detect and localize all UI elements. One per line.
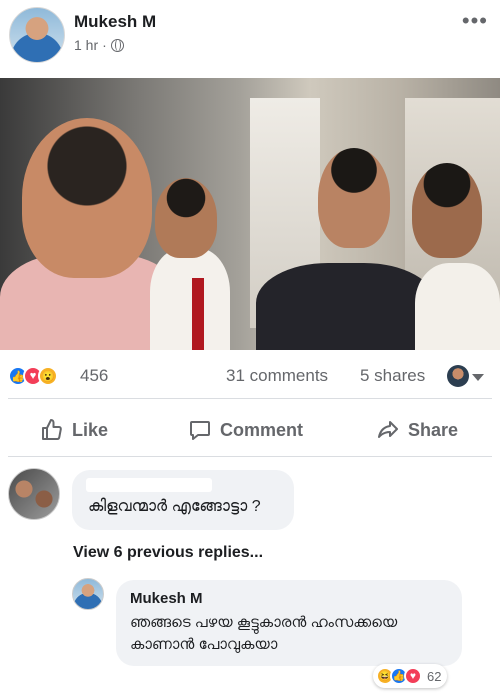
globe-icon <box>110 38 124 52</box>
wow-reaction-icon: 😮 <box>38 366 58 386</box>
reply-text: ഞങ്ങടെ പഴയ കൂട്ടുകാരൻ ഹംസക്കയെ കാണാൻ പോവ… <box>130 614 398 653</box>
post-header: Mukesh M 1 hr · ••• <box>0 0 500 78</box>
comment-bubble: കിളവന്മാർ എങ്ങോട്ടാ ? <box>72 470 294 530</box>
person-2-tie <box>192 278 204 350</box>
like-button[interactable]: Like <box>40 418 108 442</box>
love-reaction-icon: ♥ <box>404 667 422 685</box>
comment-label: Comment <box>220 419 304 440</box>
meta-separator: · <box>102 37 107 53</box>
divider <box>8 456 492 457</box>
viewer-avatar[interactable] <box>447 365 469 387</box>
person-2-face <box>155 178 217 258</box>
reply-author-avatar[interactable] <box>72 578 104 610</box>
reply-bubble: Mukesh M ഞങ്ങടെ പഴയ കൂട്ടുകാരൻ ഹംസക്കയെ … <box>116 580 462 666</box>
person-3-face <box>318 148 390 248</box>
reply-reactions[interactable]: 😆 👍 ♥ 62 <box>373 664 448 688</box>
divider <box>8 398 492 399</box>
author-avatar[interactable] <box>9 7 65 63</box>
reply-reaction-count: 62 <box>427 668 442 684</box>
person-4-shirt <box>415 263 500 350</box>
comment-icon <box>190 421 210 440</box>
author-name[interactable]: Mukesh M <box>74 12 156 32</box>
reaction-icons[interactable]: 👍 ♥ 😮 <box>8 366 58 386</box>
share-icon <box>378 421 398 438</box>
person-4-face <box>412 163 482 258</box>
share-label: Share <box>408 419 459 440</box>
more-options-icon[interactable]: ••• <box>462 8 488 34</box>
comments-count[interactable]: 31 comments <box>226 366 328 386</box>
person-2-shirt <box>150 248 230 350</box>
post-actions: Like Comment Share <box>0 410 500 450</box>
view-previous-replies-link[interactable]: View 6 previous replies... <box>73 544 263 562</box>
reply-author-name[interactable]: Mukesh M <box>130 590 203 607</box>
comment-button[interactable]: Comment <box>188 418 303 442</box>
share-button[interactable]: Share <box>376 418 458 442</box>
post-time[interactable]: 1 hr <box>74 37 98 53</box>
post-meta: 1 hr · <box>74 37 124 53</box>
reaction-count[interactable]: 456 <box>80 366 108 386</box>
post-photo[interactable] <box>0 78 500 350</box>
thumbs-up-icon <box>42 419 62 440</box>
shares-count[interactable]: 5 shares <box>360 366 425 386</box>
person-1-face <box>22 118 152 278</box>
comment-text: കിളവന്മാർ എങ്ങോട്ടാ ? <box>88 498 261 515</box>
post-summary: 👍 ♥ 😮 456 31 comments 5 shares <box>0 360 500 392</box>
chevron-down-icon[interactable] <box>472 374 484 381</box>
person-3-shirt <box>256 263 436 350</box>
like-label: Like <box>72 419 109 440</box>
redacted-commenter-name <box>86 478 212 492</box>
commenter-avatar[interactable] <box>8 468 60 520</box>
